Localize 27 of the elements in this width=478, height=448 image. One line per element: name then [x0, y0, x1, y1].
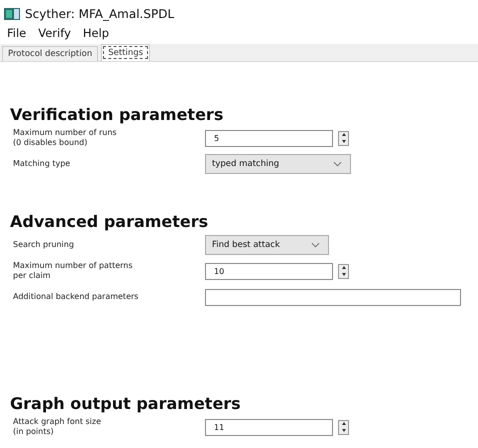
number-field[interactable]: 10 [205, 262, 333, 280]
app-icon [4, 8, 20, 20]
field-label: Maximum number of patterns per claim [12, 261, 134, 281]
caret-icon [311, 242, 320, 248]
section-heading: Advanced parameters [10, 212, 210, 232]
spinner-arrows-icon[interactable] [338, 264, 349, 278]
window-title: Scyther: MFA_Amal.SPDL [25, 7, 174, 21]
menu-item[interactable]: Help [82, 26, 110, 44]
tab[interactable]: Settings [101, 44, 150, 61]
spinner-arrows-icon[interactable] [338, 420, 349, 434]
field-label: Attack graph font size (in points) [12, 417, 102, 437]
section-heading: Graph output parameters [10, 394, 242, 414]
number-field[interactable]: 11 [205, 418, 333, 436]
field-label: Search pruning [12, 240, 75, 250]
dropdown[interactable]: typed matching [205, 154, 351, 174]
section-heading: Verification parameters [10, 105, 224, 125]
menu-item[interactable]: Verify [37, 26, 72, 44]
field-label: Maximum number of runs (0 disables bound) [12, 128, 118, 148]
number-field[interactable]: 5 [205, 130, 333, 146]
caret-icon [333, 161, 342, 167]
field-label: Additional backend parameters [12, 292, 140, 302]
spinner-arrows-icon[interactable] [338, 130, 349, 146]
text-field[interactable] [205, 288, 461, 306]
field-label: Matching type [12, 159, 72, 169]
dropdown[interactable]: Find best attack [205, 235, 329, 255]
menu-item[interactable]: File [6, 26, 28, 44]
tab[interactable]: Protocol description [2, 46, 98, 61]
